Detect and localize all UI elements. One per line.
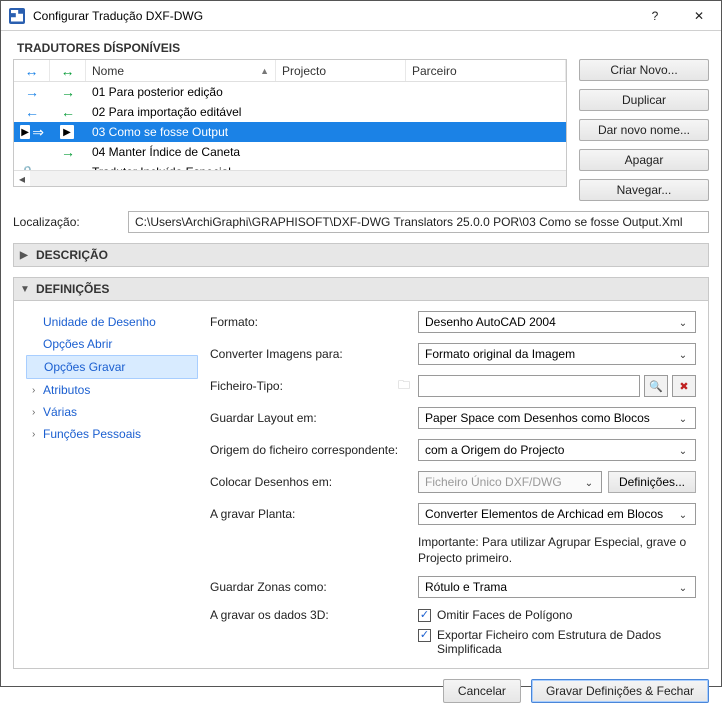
app-icon [9,8,25,24]
place-drawings-label: Colocar Desenhos em: [210,475,410,489]
create-new-button[interactable]: Criar Novo... [579,59,709,81]
omit-polygon-faces-label: Omitir Faces de Polígono [437,608,572,622]
arrow-in-icon: ⇒ [32,124,44,141]
chevron-down-icon: ⌄ [675,315,691,331]
play-icon: ▶ [20,125,30,139]
section-definitions[interactable]: ▼ DEFINIÇÕES [13,277,709,301]
rename-button[interactable]: Dar novo nome... [579,119,709,141]
translators-table: ↔ ↔ Nome▲ Projecto Parceiro → → 01 Para … [13,59,567,187]
nav-attributes[interactable]: ›Atributos [26,379,198,401]
table-row[interactable]: ▶⇒ ▶ 03 Como se fosse Output [14,122,566,142]
saving-plan-label: A gravar Planta: [210,507,410,521]
file-type-label: Ficheiro-Tipo: 🗀 [210,376,410,397]
origin-select[interactable]: com a Origem do Projecto⌄ [418,439,696,461]
folder-icon[interactable]: 🗀 [398,376,410,397]
arrow-out-icon: ← [61,104,75,120]
browse-button[interactable]: Navegar... [579,179,709,201]
table-header: ↔ ↔ Nome▲ Projecto Parceiro [14,60,566,82]
save-layout-label: Guardar Layout em: [210,411,410,425]
save-zones-label: Guardar Zonas como: [210,580,410,594]
location-field[interactable]: C:\Users\ArchiGraphi\GRAPHISOFT\DXF-DWG … [128,211,709,233]
format-select[interactable]: Desenho AutoCAD 2004⌄ [418,311,696,333]
nav-open-options[interactable]: Opções Abrir [26,333,198,355]
arrow-in-icon: ← [25,104,39,120]
chevron-right-icon: › [32,407,40,418]
origin-label: Origem do ficheiro correspondente: [210,443,410,457]
col-in-icon[interactable]: ↔ [14,60,50,81]
search-file-button[interactable]: 🔍 [644,375,668,397]
nav-misc[interactable]: ›Várias [26,401,198,423]
chevron-down-icon: ▼ [20,284,30,295]
place-drawings-select: Ficheiro Único DXF/DWG⌄ [418,471,602,493]
chevron-down-icon: ⌄ [675,347,691,363]
sort-indicator-icon: ▲ [260,66,269,76]
saving-plan-select[interactable]: Converter Elementos de Archicad em Bloco… [418,503,696,525]
cancel-button[interactable]: Cancelar [443,679,521,703]
nav-save-options[interactable]: Opções Gravar [26,355,198,379]
scroll-left-icon[interactable]: ◂ [14,172,30,186]
help-button[interactable]: ? [633,1,677,31]
location-label: Localização: [13,215,118,229]
col-out-icon[interactable]: ↔ [50,60,86,81]
chevron-down-icon: ⌄ [675,507,691,523]
omit-polygon-faces-checkbox[interactable] [418,609,431,622]
col-project[interactable]: Projecto [276,60,406,81]
duplicate-button[interactable]: Duplicar [579,89,709,111]
col-partner[interactable]: Parceiro [406,60,566,81]
clear-file-button[interactable]: ✖ [672,375,696,397]
chevron-right-icon: ▶ [20,250,30,261]
save-and-close-button[interactable]: Gravar Definições & Fechar [531,679,709,703]
section-description[interactable]: ▶ DESCRIÇÃO [13,243,709,267]
save-zones-select[interactable]: Rótulo e Trama⌄ [418,576,696,598]
chevron-right-icon: › [32,429,40,440]
table-row[interactable]: ← ← 02 Para importação editável [14,102,566,122]
play-icon: ▶ [60,125,74,139]
chevron-down-icon: ⌄ [675,443,691,459]
table-row[interactable]: 🔒 ↔ Tradutor Incluído Especial [14,162,566,170]
chevron-down-icon: ⌄ [581,475,597,491]
horizontal-scrollbar[interactable]: ◂ [14,170,566,186]
delete-button[interactable]: Apagar [579,149,709,171]
close-button[interactable]: ✕ [677,1,721,31]
save-layout-select[interactable]: Paper Space com Desenhos como Blocos⌄ [418,407,696,429]
col-name[interactable]: Nome▲ [86,60,276,81]
place-drawings-settings-button[interactable]: Definições... [608,471,696,493]
chevron-right-icon: › [32,385,40,396]
nav-personal-functions[interactable]: ›Funções Pessoais [26,423,198,445]
convert-images-label: Converter Imagens para: [210,347,410,361]
format-label: Formato: [210,315,410,329]
table-row[interactable]: → → 01 Para posterior edição [14,82,566,102]
arrow-out-icon: → [61,144,75,160]
arrow-out-icon: → [61,84,75,100]
settings-nav: Unidade de Desenho Opções Abrir Opções G… [26,311,198,656]
save-3d-label: A gravar os dados 3D: [210,608,410,622]
arrow-in-icon: → [25,84,39,100]
convert-images-select[interactable]: Formato original da Imagem⌄ [418,343,696,365]
table-row[interactable]: → 04 Manter Índice de Caneta [14,142,566,162]
file-type-input[interactable] [418,375,640,397]
export-simplified-label: Exportar Ficheiro com Estrutura de Dados… [437,628,696,656]
window-title: Configurar Tradução DXF-DWG [33,9,633,23]
translators-heading: TRADUTORES DÍSPONÍVEIS [17,41,709,55]
chevron-down-icon: ⌄ [675,580,691,596]
export-simplified-checkbox[interactable] [418,629,431,642]
saving-plan-note: Importante: Para utilizar Agrupar Especi… [418,535,696,566]
chevron-down-icon: ⌄ [675,411,691,427]
nav-drawing-unit[interactable]: Unidade de Desenho [26,311,198,333]
